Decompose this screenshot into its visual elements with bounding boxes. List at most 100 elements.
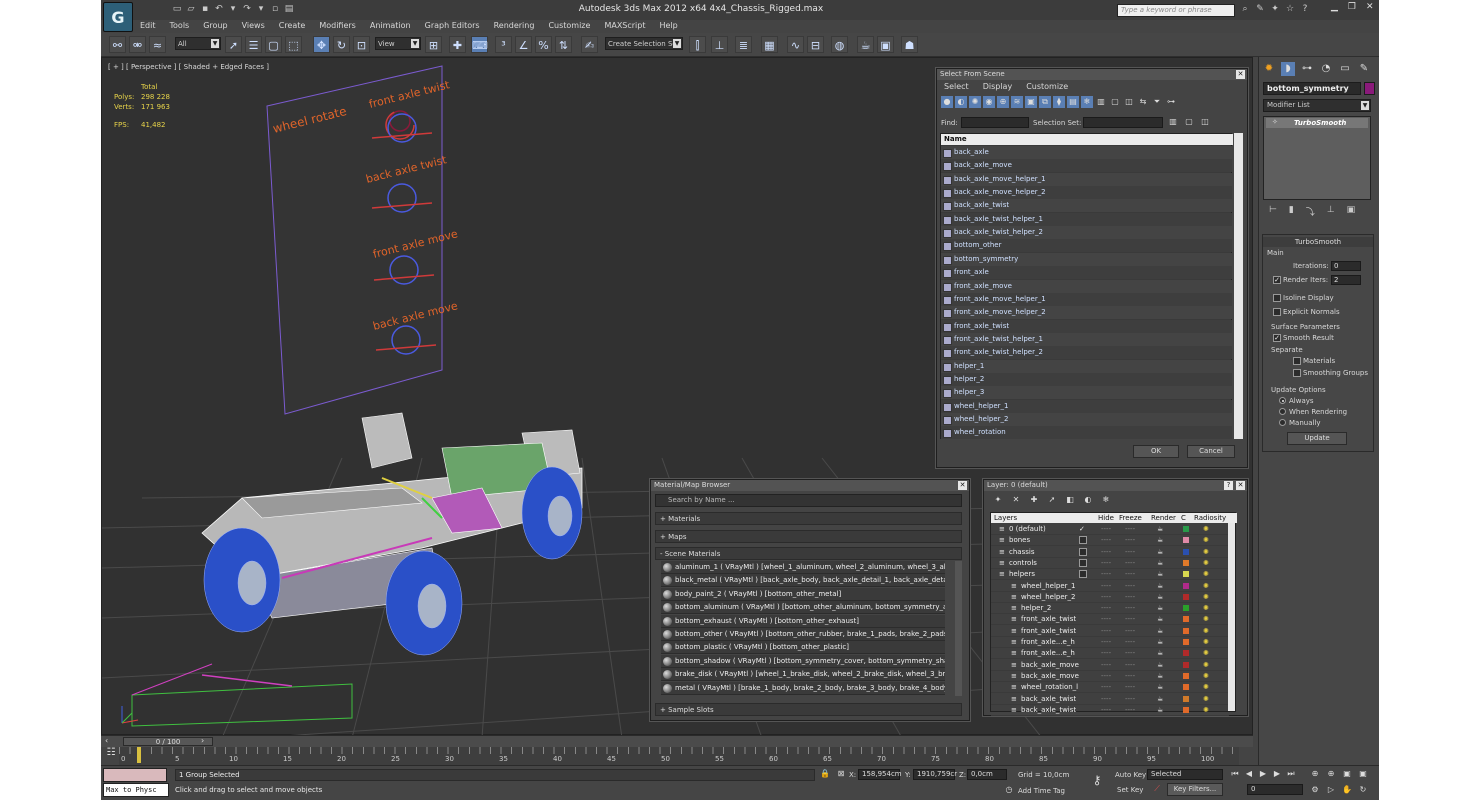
layer-color-swatch[interactable] xyxy=(1183,661,1189,668)
cancel-button[interactable]: Cancel xyxy=(1187,445,1235,458)
column-header-name[interactable]: Name xyxy=(941,134,1233,145)
select-all-icon[interactable]: ▥ xyxy=(1167,116,1179,128)
freeze-toggle[interactable]: ---- xyxy=(1125,547,1135,558)
snap-toggle-icon[interactable]: ³ xyxy=(495,36,512,53)
menu-customize[interactable]: Customize xyxy=(1019,81,1075,93)
layer-row[interactable]: ≡ front_axle_twist ---- ---- ☕ ✺ xyxy=(991,614,1229,626)
hide-all-icon[interactable]: ◐ xyxy=(1082,494,1094,506)
list-item[interactable]: bottom_other xyxy=(941,239,1232,253)
edit-named-sets-icon[interactable]: ✍ xyxy=(581,36,598,53)
layer-row[interactable]: ≡ front_axle...e_h ---- ---- ☕ ✺ xyxy=(991,637,1229,648)
prev-frame-icon[interactable]: ‹ xyxy=(105,736,108,745)
zoom-all-icon[interactable]: ⊕ xyxy=(1325,768,1337,780)
select-by-name-icon[interactable]: ☰ xyxy=(245,36,262,53)
set-current-box[interactable] xyxy=(1079,547,1087,556)
y-coordinate[interactable]: 1910,759cr xyxy=(913,769,957,780)
material-item[interactable]: black_metal ( VRayMtl ) [back_axle_body,… xyxy=(661,574,945,588)
col-layers[interactable]: Layers xyxy=(994,513,1017,523)
freeze-toggle[interactable]: ---- xyxy=(1125,535,1135,546)
keyboard-shortcut-override-icon[interactable]: ⌨ xyxy=(471,36,488,53)
layer-color-swatch[interactable] xyxy=(1183,695,1189,702)
modifier-list-dropdown[interactable]: Modifier List ▼ xyxy=(1263,99,1371,112)
object-color-swatch[interactable] xyxy=(1364,82,1375,95)
time-config-icon[interactable]: ⚙ xyxy=(1309,784,1321,796)
selection-filter-dropdown[interactable]: All ▼ xyxy=(175,37,221,50)
freeze-toggle[interactable]: ---- xyxy=(1125,660,1135,671)
display-frozen-icon[interactable]: ❄ xyxy=(1081,96,1093,108)
material-scrollbar[interactable] xyxy=(955,561,962,696)
lightbulb-icon[interactable]: ✧ xyxy=(1272,118,1278,126)
list-item[interactable]: back_axle_move xyxy=(941,159,1232,173)
unlink-icon[interactable]: ⚮ xyxy=(129,36,146,53)
display-none-icon[interactable]: ▢ xyxy=(1109,96,1121,108)
hide-toggle[interactable]: ---- xyxy=(1101,558,1111,569)
render-teapot-icon[interactable]: ☕ xyxy=(1157,694,1163,705)
remove-modifier-icon[interactable]: ⊥ xyxy=(1327,205,1335,218)
prev-key-icon[interactable]: ◀ xyxy=(1243,768,1255,780)
radiosity-icon[interactable]: ✺ xyxy=(1203,558,1209,569)
menu-tools[interactable]: Tools xyxy=(163,20,197,32)
layer-color-swatch[interactable] xyxy=(1183,537,1189,544)
freeze-toggle[interactable]: ---- xyxy=(1125,614,1135,625)
col-hide[interactable]: Hide xyxy=(1098,513,1114,523)
select-scale-icon[interactable]: ⊡ xyxy=(353,36,370,53)
radiosity-icon[interactable]: ✺ xyxy=(1203,694,1209,705)
menu-animation[interactable]: Animation xyxy=(363,20,418,32)
radiosity-icon[interactable]: ✺ xyxy=(1203,592,1209,603)
pan-icon[interactable]: ✋ xyxy=(1341,784,1353,796)
freeze-toggle[interactable]: ---- xyxy=(1125,569,1135,580)
material-item[interactable]: bottom_shadow ( VRayMtl ) [bottom_symmet… xyxy=(661,654,945,668)
col-radiosity[interactable]: Radiosity xyxy=(1194,513,1226,523)
rect-selection-icon[interactable]: ▢ xyxy=(265,36,282,53)
display-containers-icon[interactable]: ▤ xyxy=(1067,96,1079,108)
viewport-label[interactable]: [ + ] [ Perspective ] [ Shaded + Edged F… xyxy=(108,63,269,71)
render-teapot-icon[interactable]: ☕ xyxy=(1157,671,1163,682)
maxscript-listener-output[interactable] xyxy=(103,768,167,782)
list-item[interactable]: front_axle_move_helper_2 xyxy=(941,306,1232,320)
radiosity-icon[interactable]: ✺ xyxy=(1203,626,1209,637)
set-current-box[interactable] xyxy=(1079,570,1087,579)
modify-tab-icon[interactable]: ◗ xyxy=(1281,62,1295,76)
hide-toggle[interactable]: ---- xyxy=(1101,682,1111,693)
select-link-icon[interactable]: ⚯ xyxy=(109,36,126,53)
hide-toggle[interactable]: ---- xyxy=(1101,705,1111,716)
layer-dialog-title[interactable]: Layer: 0 (default) xyxy=(984,480,1247,491)
materials-section[interactable]: + Materials xyxy=(655,512,962,525)
menu-rendering[interactable]: Rendering xyxy=(487,20,542,32)
favorites-icon[interactable]: ☆ xyxy=(1284,3,1296,15)
render-teapot-icon[interactable]: ☕ xyxy=(1157,592,1163,603)
help-icon[interactable]: ? xyxy=(1299,3,1311,15)
create-layer-icon[interactable]: ✦ xyxy=(992,494,1004,506)
stack-item-turbosmooth[interactable]: TurboSmooth xyxy=(1266,118,1368,128)
select-rotate-icon[interactable]: ↻ xyxy=(333,36,350,53)
close-icon[interactable]: ✕ xyxy=(958,481,967,490)
hide-toggle[interactable]: ---- xyxy=(1101,592,1111,603)
radiosity-icon[interactable]: ✺ xyxy=(1203,682,1209,693)
menu-modifiers[interactable]: Modifiers xyxy=(312,20,363,32)
freeze-toggle[interactable]: ---- xyxy=(1125,637,1135,648)
hierarchy-icon[interactable]: ⊶ xyxy=(1165,96,1177,108)
selection-set-dropdown[interactable] xyxy=(1083,117,1163,128)
motion-tab-icon[interactable]: ◔ xyxy=(1319,62,1333,76)
material-item[interactable]: bottom_other ( VRayMtl ) [bottom_other_r… xyxy=(661,628,945,641)
list-item[interactable]: back_axle_move_helper_1 xyxy=(941,172,1232,186)
hide-toggle[interactable]: ---- xyxy=(1101,524,1111,535)
isoline-checkbox[interactable] xyxy=(1273,294,1281,302)
key-filters-button[interactable]: Key Filters... xyxy=(1167,783,1223,796)
sync-selection-icon[interactable]: ⇆ xyxy=(1137,96,1149,108)
track-bar[interactable]: 0 5 10 15 20 25 30 35 40 45 50 55 60 65 70 75 80 85 90 95 10… xyxy=(119,747,1239,765)
spinner-snap-icon[interactable]: ⇅ xyxy=(555,36,572,53)
layer-color-swatch[interactable] xyxy=(1183,616,1189,623)
render-teapot-icon[interactable]: ☕ xyxy=(1157,535,1163,546)
render-setup-icon[interactable]: ☕ xyxy=(857,36,874,53)
go-to-start-icon[interactable]: ⏮ xyxy=(1229,768,1241,780)
schematic-view-icon[interactable]: ⊟ xyxy=(807,36,824,53)
layer-row[interactable]: ≡ wheel_helper_1 ---- ---- ☕ ✺ xyxy=(991,581,1229,592)
radiosity-icon[interactable]: ✺ xyxy=(1203,648,1209,659)
new-file-icon[interactable]: ▭ xyxy=(171,3,183,15)
utilities-tab-icon[interactable]: ✎ xyxy=(1357,62,1371,76)
hide-toggle[interactable]: ---- xyxy=(1101,660,1111,671)
menu-maxscript[interactable]: MAXScript xyxy=(597,20,652,32)
absolute-mode-icon[interactable]: ⊠ xyxy=(835,768,847,780)
redo-dropdown-icon[interactable]: ▾ xyxy=(255,3,267,15)
